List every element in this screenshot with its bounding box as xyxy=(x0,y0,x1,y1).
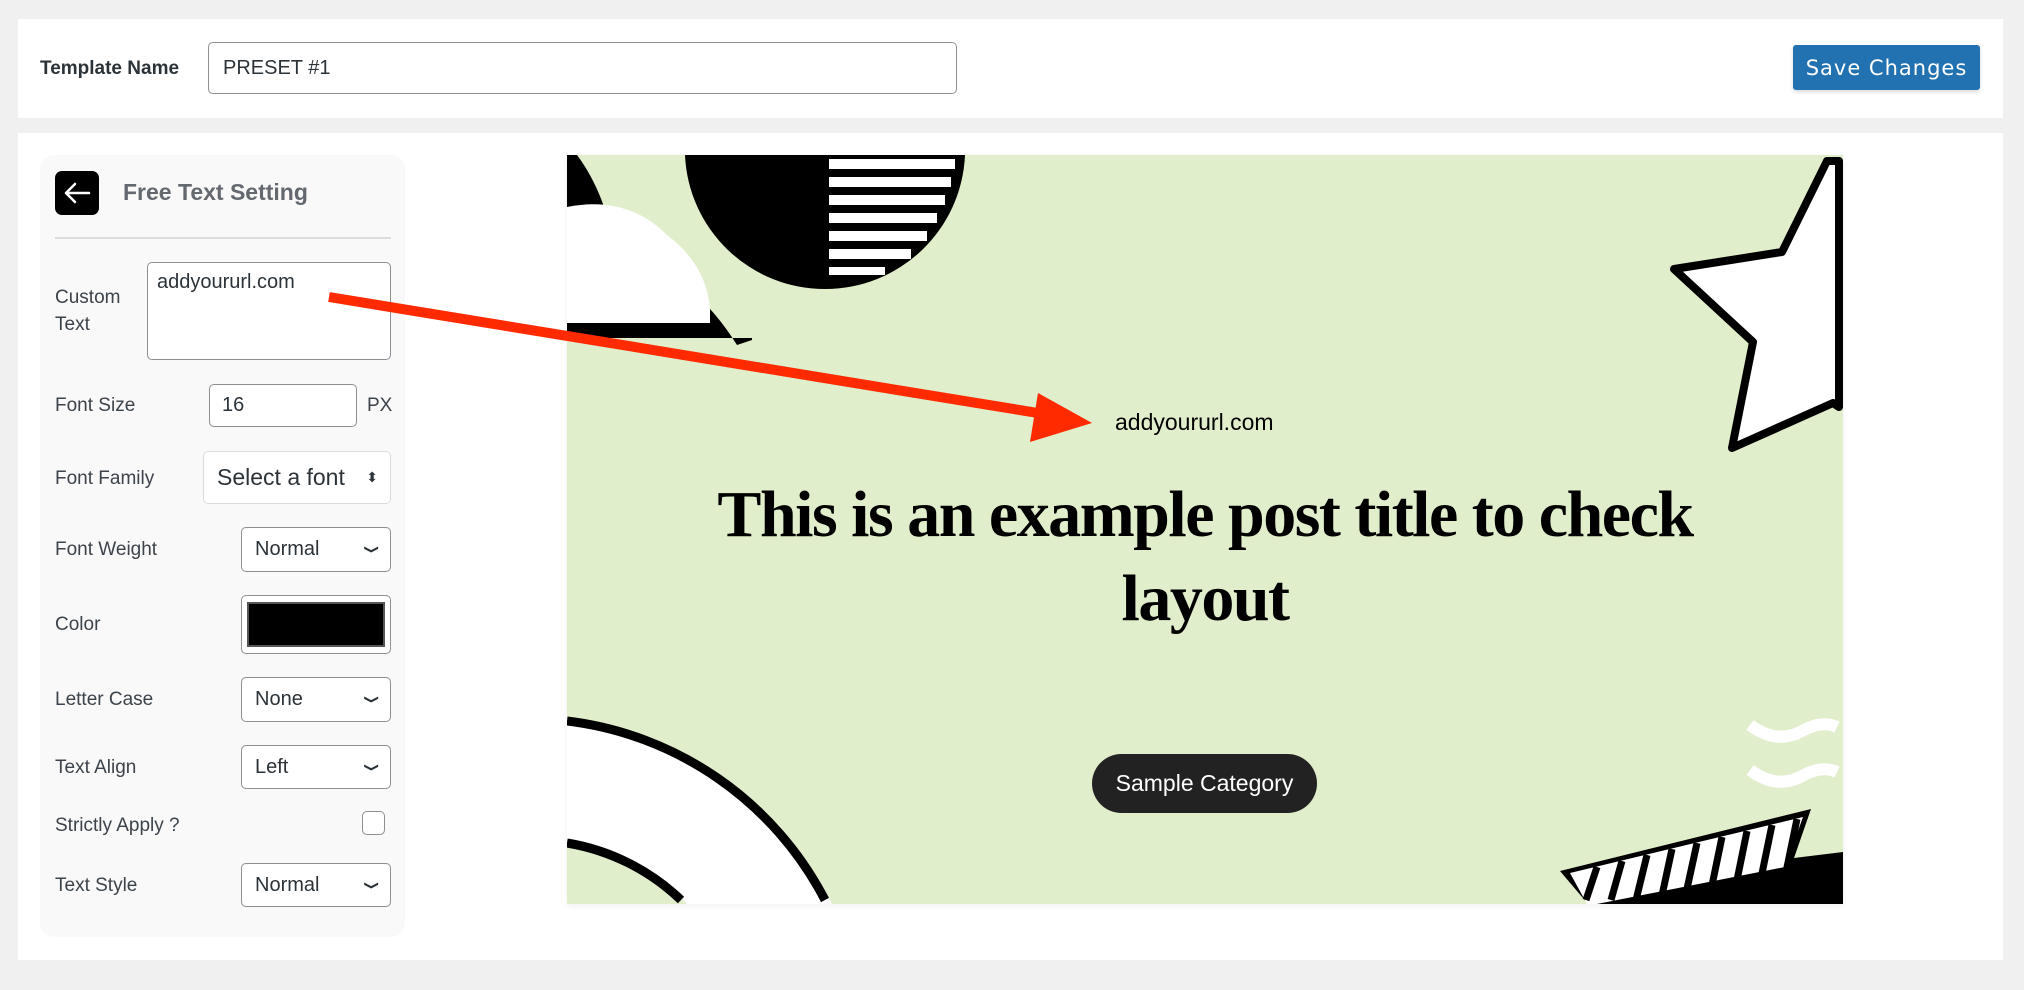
font-weight-label: Font Weight xyxy=(55,539,158,560)
font-family-label: Font Family xyxy=(55,468,155,489)
color-picker[interactable] xyxy=(241,595,391,654)
preview-canvas: addyoururl.com This is an example post t… xyxy=(567,155,1843,904)
text-style-select[interactable]: Normal ❯ xyxy=(241,863,391,907)
color-swatch xyxy=(247,602,385,647)
custom-text-label: Custom Text xyxy=(55,287,121,335)
chevron-down-icon: ❯ xyxy=(364,880,381,890)
font-family-select[interactable]: Select a font ⬍ xyxy=(203,451,391,504)
settings-title: Free Text Setting xyxy=(123,179,308,205)
letter-case-label: Letter Case xyxy=(55,689,154,710)
text-style-label: Text Style xyxy=(55,875,138,896)
template-name-label: Template Name xyxy=(40,58,180,79)
color-label: Color xyxy=(55,614,101,635)
divider xyxy=(55,237,391,239)
striped-circle-shape xyxy=(685,155,965,290)
striped-triangle-shape xyxy=(1560,809,1843,904)
font-size-input[interactable] xyxy=(209,384,357,427)
free-text-preview[interactable]: addyoururl.com xyxy=(1115,409,1274,436)
strictly-apply-label: Strictly Apply ? xyxy=(55,815,180,836)
arc-shape xyxy=(567,716,832,904)
custom-text-input[interactable]: addyoururl.com xyxy=(147,262,391,360)
category-badge: Sample Category xyxy=(1092,754,1317,813)
text-align-label: Text Align xyxy=(55,757,137,778)
arrow-left-icon xyxy=(64,182,91,204)
wave-shape xyxy=(1746,718,1840,788)
back-button[interactable] xyxy=(55,171,99,215)
letter-case-select[interactable]: None ❯ xyxy=(241,677,391,722)
font-size-unit: PX xyxy=(367,395,393,416)
template-name-input[interactable] xyxy=(208,42,957,94)
strictly-apply-checkbox[interactable] xyxy=(362,811,385,835)
chevron-down-icon: ❯ xyxy=(364,694,381,705)
text-align-select[interactable]: Left ❯ xyxy=(241,745,391,789)
post-title-preview: This is an example post title to check l… xyxy=(717,478,1694,635)
star-shape xyxy=(1670,157,1843,452)
font-size-label: Font Size xyxy=(55,395,136,416)
font-weight-select[interactable]: Normal ❯ xyxy=(241,527,391,572)
sort-arrows-icon: ⬍ xyxy=(366,469,378,485)
save-changes-button[interactable]: Save Changes xyxy=(1793,45,1980,90)
chevron-down-icon: ❯ xyxy=(364,544,381,555)
chevron-down-icon: ❯ xyxy=(364,762,381,772)
